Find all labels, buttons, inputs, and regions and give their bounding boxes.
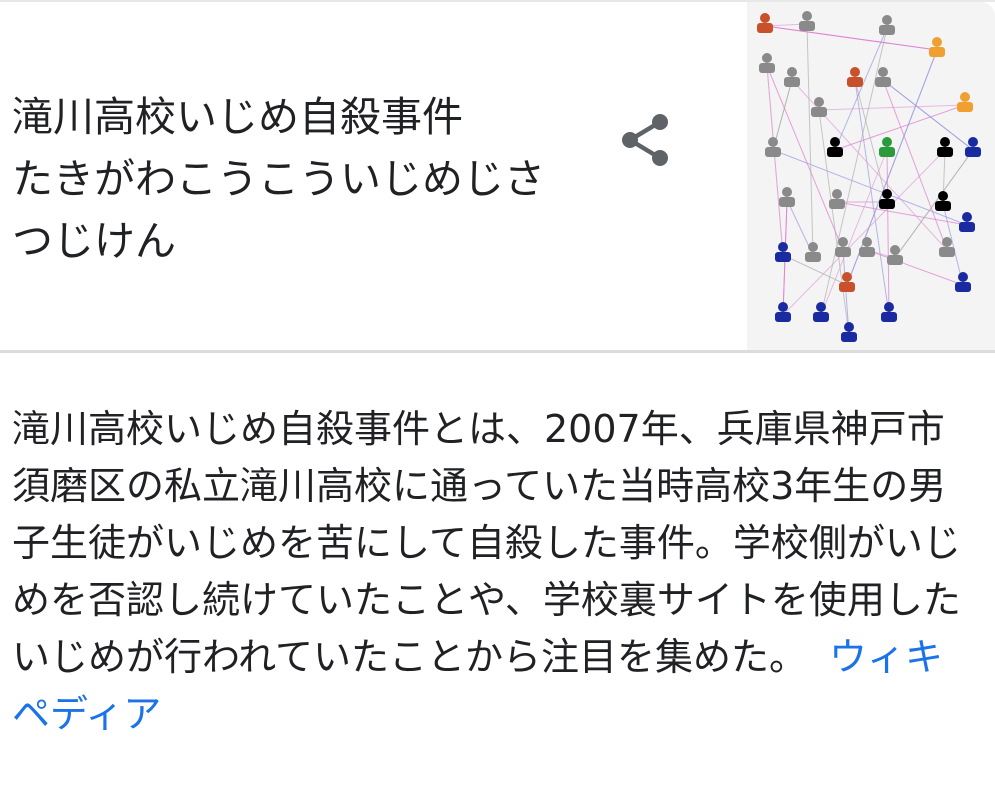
person-node-icon — [879, 137, 895, 157]
relationship-line — [818, 104, 966, 111]
person-node-icon — [829, 189, 845, 209]
person-node-icon — [887, 245, 903, 265]
person-node-icon — [811, 97, 827, 117]
relationship-line — [772, 149, 968, 226]
relationship-line — [766, 65, 784, 256]
person-node-icon — [775, 302, 791, 322]
person-node-icon — [965, 137, 981, 157]
person-node-icon — [939, 237, 955, 257]
description-text: 滝川高校いじめ自殺事件とは、2007年、兵庫県神戸市須磨区の私立滝川高校に通って… — [12, 407, 961, 679]
person-node-icon — [827, 137, 843, 157]
person-node-icon — [937, 137, 953, 157]
person-node-icon — [775, 242, 791, 262]
person-node-icon — [759, 53, 775, 73]
person-node-icon — [935, 191, 951, 211]
person-node-icon — [881, 302, 897, 322]
entity-reading: たきがわこうこういじめじさつじけん — [12, 155, 545, 265]
relationship-line — [894, 149, 974, 259]
person-node-icon — [813, 302, 829, 322]
relationship-diagram-thumbnail — [757, 11, 981, 342]
panel-header: 滝川高校いじめ自殺事件 たきがわこうこういじめじさつじけん — [0, 0, 995, 352]
person-node-icon — [959, 212, 975, 232]
person-node-icon — [955, 272, 971, 292]
person-node-icon — [841, 322, 857, 342]
person-node-icon — [784, 67, 800, 87]
section-divider — [0, 350, 995, 353]
person-node-icon — [765, 137, 781, 157]
person-node-icon — [957, 92, 973, 112]
share-icon — [622, 114, 668, 166]
knowledge-panel-card: 滝川高校いじめ自殺事件 たきがわこうこういじめじさつじけん 滝川高校いじめ自殺事… — [0, 0, 995, 791]
person-node-icon — [805, 242, 821, 262]
person-node-icon — [757, 13, 773, 33]
relationship-line — [782, 149, 946, 316]
description-paragraph: 滝川高校いじめ自殺事件とは、2007年、兵庫県神戸市須磨区の私立滝川高校に通って… — [12, 401, 972, 743]
title-block: 滝川高校いじめ自殺事件 たきがわこうこういじめじさつじけん — [12, 86, 572, 272]
share-button[interactable] — [620, 112, 672, 168]
person-node-icon — [779, 187, 795, 207]
thumbnail-image[interactable] — [747, 2, 995, 350]
person-node-icon — [929, 37, 945, 57]
entity-title: 滝川高校いじめ自殺事件 — [12, 93, 463, 141]
relationship-line — [764, 25, 938, 51]
relationship-line — [806, 23, 814, 256]
person-node-icon — [799, 11, 815, 31]
person-node-icon — [879, 15, 895, 35]
person-node-icon — [847, 67, 863, 87]
relationship-line — [834, 27, 888, 151]
